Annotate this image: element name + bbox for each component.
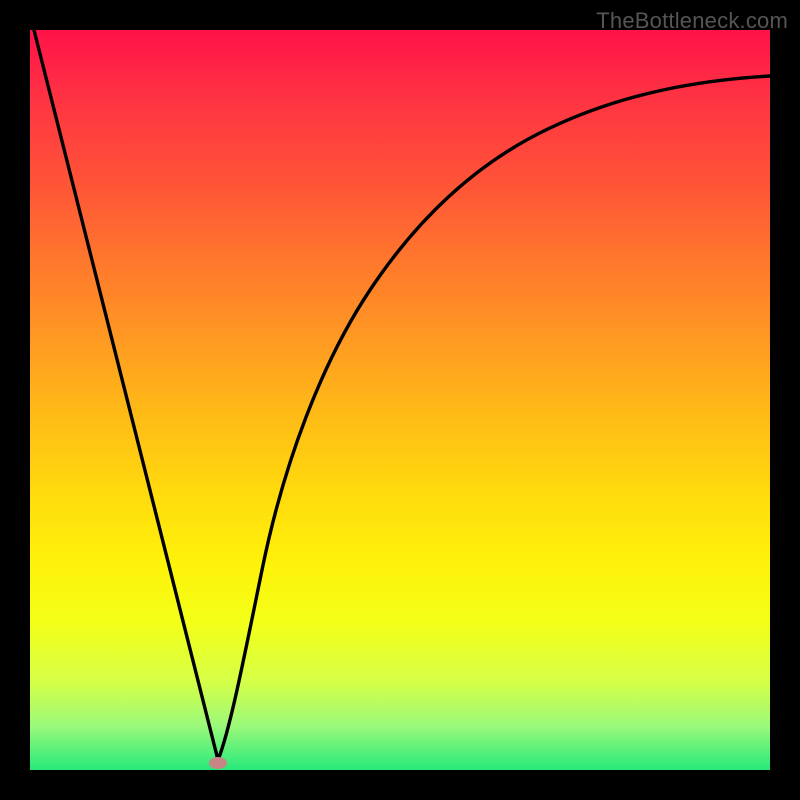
minimum-marker: [209, 757, 227, 769]
bottleneck-curve: [30, 30, 770, 770]
curve-right-branch: [218, 76, 770, 760]
watermark-text: TheBottleneck.com: [596, 8, 788, 34]
chart-frame: TheBottleneck.com: [0, 0, 800, 800]
plot-area: [30, 30, 770, 770]
curve-left-branch: [34, 30, 218, 760]
